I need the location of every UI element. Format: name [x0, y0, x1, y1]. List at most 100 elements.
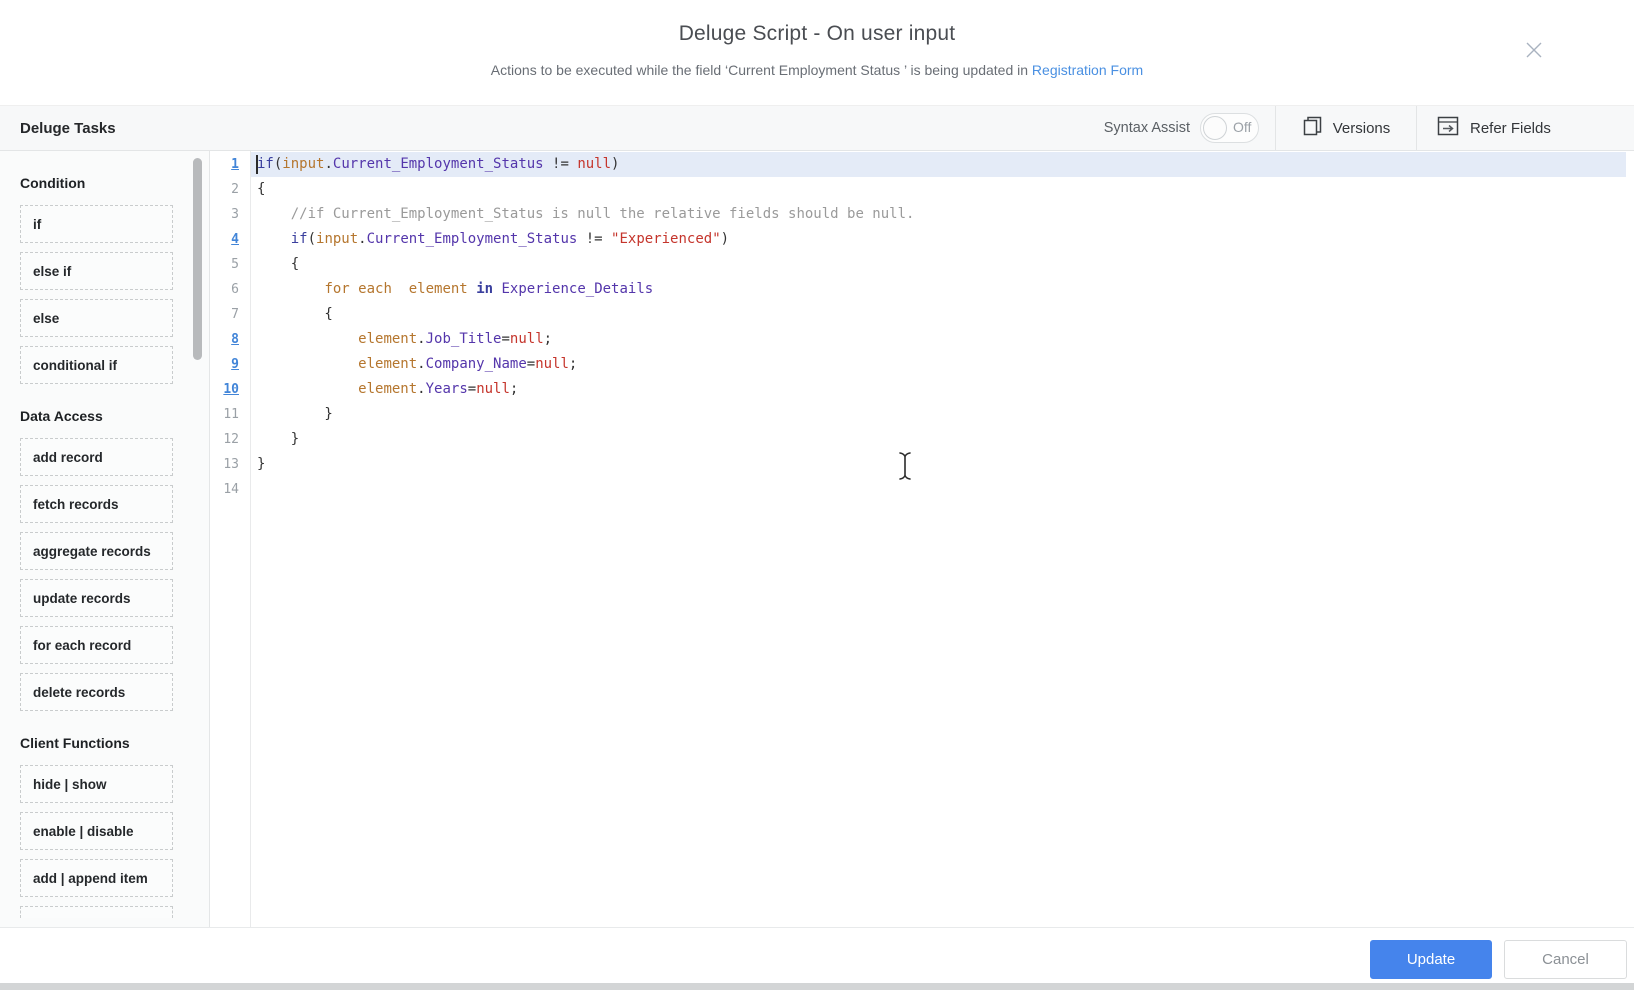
- sidebar-section-title: Condition: [20, 175, 209, 191]
- code-line[interactable]: element.Company_Name=null;: [251, 352, 1634, 377]
- page-title: Deluge Script - On user input: [0, 0, 1634, 46]
- code-token: input: [316, 231, 358, 247]
- line-number: 2: [210, 177, 250, 202]
- syntax-assist-toggle[interactable]: Off: [1200, 113, 1259, 143]
- versions-label: Versions: [1333, 120, 1391, 137]
- sidebar-section-client-functions: Client Functionshide | showenable | disa…: [20, 735, 209, 918]
- sidebar-item-update-records[interactable]: update records: [20, 579, 173, 617]
- code-token: }: [257, 431, 299, 447]
- code-token: //if Current_Employment_Status is null t…: [257, 206, 914, 222]
- code-token: null: [535, 356, 569, 372]
- toggle-knob: [1203, 116, 1227, 140]
- registration-form-link[interactable]: Registration Form: [1032, 62, 1143, 78]
- code-token: .: [417, 381, 425, 397]
- code-token: if: [257, 156, 274, 172]
- editor-main: Conditionifelse ifelseconditional ifData…: [0, 151, 1634, 927]
- sidebar-item-label: aggregate records: [21, 544, 151, 559]
- line-number-link[interactable]: 1: [210, 152, 250, 177]
- code-line[interactable]: element.Job_Title=null;: [251, 327, 1634, 352]
- editor-toolbar: Deluge Tasks Syntax Assist Off Versions: [0, 105, 1634, 151]
- line-number: 12: [210, 427, 250, 452]
- refer-fields-button[interactable]: Refer Fields: [1417, 106, 1634, 150]
- dialog-footer: Update Cancel: [0, 927, 1634, 990]
- sidebar-item-enable-disable[interactable]: enable | disable: [20, 812, 173, 850]
- code-line[interactable]: //if Current_Employment_Status is null t…: [251, 202, 1634, 227]
- code-line[interactable]: }: [251, 452, 1634, 477]
- sidebar-item-fetch-records[interactable]: fetch records: [20, 485, 173, 523]
- sidebar-item-add-record[interactable]: add record: [20, 438, 173, 476]
- line-number-link[interactable]: 9: [210, 352, 250, 377]
- code-token: null: [476, 381, 510, 397]
- code-token: element: [409, 281, 468, 297]
- versions-button[interactable]: Versions: [1276, 106, 1416, 150]
- sidebar-item-label: fetch records: [21, 497, 119, 512]
- subtitle-text: Actions to be executed while the field ‘…: [491, 62, 1032, 78]
- sidebar-item-aggregate-records[interactable]: aggregate records: [20, 532, 173, 570]
- sidebar-item-else[interactable]: else: [20, 299, 173, 337]
- code-line[interactable]: {: [251, 252, 1634, 277]
- sidebar-item-label: update records: [21, 591, 131, 606]
- code-token: }: [257, 456, 265, 472]
- code-token: !=: [577, 231, 611, 247]
- sidebar-item-delete-records[interactable]: delete records: [20, 673, 173, 711]
- sidebar-item-label: enable | disable: [21, 824, 134, 839]
- code-token: {: [257, 306, 333, 322]
- code-token: [257, 231, 291, 247]
- code-token: [257, 381, 358, 397]
- code-line[interactable]: if(input.Current_Employment_Status != nu…: [251, 152, 1626, 177]
- code-line[interactable]: [251, 477, 1634, 502]
- sidebar-item-else-if[interactable]: else if: [20, 252, 173, 290]
- syntax-assist-state: Off: [1233, 119, 1251, 135]
- sidebar-scrollbar[interactable]: [193, 158, 202, 360]
- close-icon[interactable]: [1522, 38, 1546, 62]
- sidebar-item-label: else: [21, 311, 59, 326]
- code-line[interactable]: element.Years=null;: [251, 377, 1634, 402]
- code-token: Experience_Details: [501, 281, 653, 297]
- sidebar-item-add-append-item[interactable]: add | append item: [20, 859, 173, 897]
- sidebar-section-condition: Condition if else if else conditional if: [20, 175, 209, 384]
- syntax-assist-control: Syntax Assist Off: [1104, 106, 1275, 150]
- code-line[interactable]: {: [251, 302, 1634, 327]
- code-line[interactable]: if(input.Current_Employment_Status != "E…: [251, 227, 1634, 252]
- code-token: element: [358, 356, 417, 372]
- sidebar-item-partial[interactable]: [20, 906, 173, 918]
- dialog-header: Deluge Script - On user input Actions to…: [0, 0, 1634, 105]
- line-number-link[interactable]: 8: [210, 327, 250, 352]
- code-token: null: [510, 331, 544, 347]
- code-line[interactable]: {: [251, 177, 1634, 202]
- code-line[interactable]: }: [251, 427, 1634, 452]
- code-token: [468, 281, 476, 297]
- code-token: [257, 281, 324, 297]
- code-token: =: [527, 356, 535, 372]
- sidebar-item-label: add | append item: [21, 871, 148, 886]
- line-number: 7: [210, 302, 250, 327]
- code-line[interactable]: for each element in Experience_Details: [251, 277, 1634, 302]
- code-token: [392, 281, 409, 297]
- code-token: Current_Employment_Status: [367, 231, 578, 247]
- sidebar-item-conditional-if[interactable]: conditional if: [20, 346, 173, 384]
- sidebar-item-for-each-record[interactable]: for each record: [20, 626, 173, 664]
- code-token: .: [417, 356, 425, 372]
- code-line[interactable]: }: [251, 402, 1634, 427]
- line-number-link[interactable]: 10: [210, 377, 250, 402]
- code-token: !=: [544, 156, 578, 172]
- line-number: 5: [210, 252, 250, 277]
- code-token: ): [721, 231, 729, 247]
- line-number: 14: [210, 477, 250, 502]
- text-caret: [256, 155, 258, 174]
- sidebar-item-if[interactable]: if: [20, 205, 173, 243]
- sidebar-item-hide-show[interactable]: hide | show: [20, 765, 173, 803]
- code-token: (: [308, 231, 316, 247]
- code-token: .: [417, 331, 425, 347]
- sidebar-item-label: delete records: [21, 685, 125, 700]
- line-number: 3: [210, 202, 250, 227]
- refer-fields-window-arrow-icon: [1437, 116, 1459, 141]
- line-number-gutter: 1234567891011121314: [210, 151, 251, 927]
- code-token: input: [282, 156, 324, 172]
- update-button[interactable]: Update: [1370, 940, 1492, 979]
- cancel-button[interactable]: Cancel: [1504, 940, 1627, 979]
- code-token: {: [257, 181, 265, 197]
- code-editor[interactable]: if(input.Current_Employment_Status != nu…: [251, 151, 1634, 927]
- line-number-link[interactable]: 4: [210, 227, 250, 252]
- deluge-script-dialog: Deluge Script - On user input Actions to…: [0, 0, 1634, 990]
